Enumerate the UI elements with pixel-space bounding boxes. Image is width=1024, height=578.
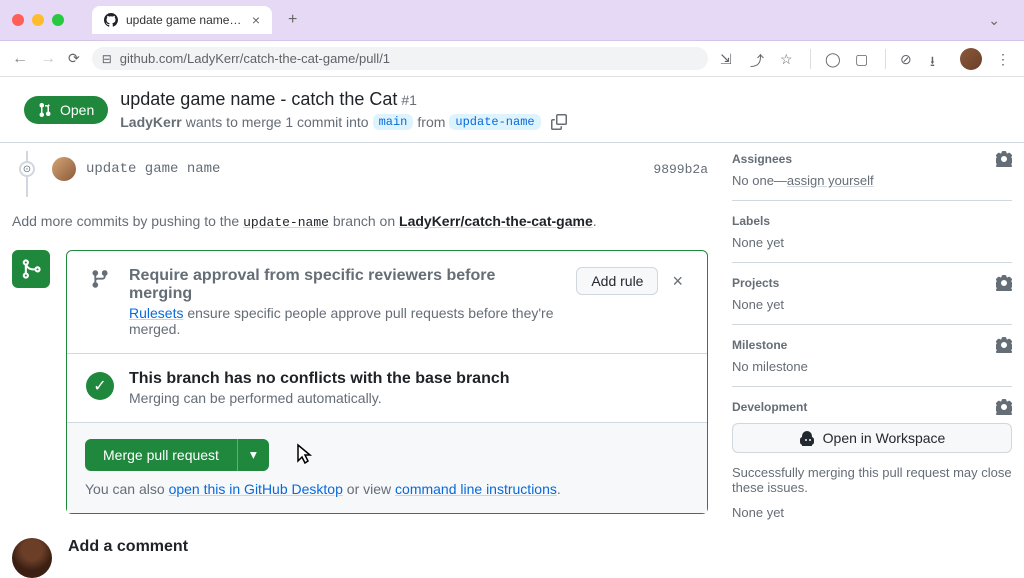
comment-area: Add a comment — [12, 538, 708, 578]
ruleset-title: Require approval from specific reviewers… — [129, 267, 562, 303]
commit-message[interactable]: update game name — [86, 161, 220, 177]
labels-value: None yet — [732, 235, 1012, 250]
copilot-icon — [799, 430, 815, 446]
browser-chrome: update game name - catch th × + ⌄ — [0, 0, 1024, 41]
new-tab-button[interactable]: + — [288, 11, 297, 29]
site-info-icon[interactable]: ⊟ — [102, 52, 112, 66]
tab-title: update game name - catch th — [126, 13, 244, 27]
head-branch-label[interactable]: update-name — [449, 114, 540, 130]
bookmark-icon[interactable]: ☆ — [780, 51, 796, 67]
extension-slot-icon[interactable]: ▢ — [855, 51, 871, 67]
milestone-value: No milestone — [732, 359, 1012, 374]
git-branch-icon — [90, 269, 110, 289]
pr-subtitle: LadyKerr wants to merge 1 commit into ma… — [120, 114, 566, 130]
development-label: Development — [732, 400, 807, 414]
projects-label: Projects — [732, 276, 779, 290]
gear-icon[interactable] — [996, 213, 1012, 229]
push-hint: Add more commits by pushing to the updat… — [12, 197, 708, 246]
base-branch-label[interactable]: main — [373, 114, 414, 130]
url-text: github.com/LadyKerr/catch-the-cat-game/p… — [120, 51, 390, 66]
commit-marker-icon — [19, 161, 35, 177]
window-controls: update game name - catch th × + ⌄ — [0, 0, 1024, 40]
gear-icon[interactable] — [996, 151, 1012, 167]
github-favicon — [104, 13, 118, 27]
commit-author-avatar[interactable] — [52, 157, 76, 181]
pr-state-badge: Open — [24, 96, 108, 124]
rulesets-link[interactable]: Rulesets — [129, 305, 183, 321]
open-workspace-button[interactable]: Open in Workspace — [732, 423, 1012, 453]
projects-value: None yet — [732, 297, 1012, 312]
assign-yourself-link[interactable]: assign yourself — [787, 173, 874, 188]
divider — [885, 49, 886, 69]
forward-button[interactable]: → — [40, 50, 56, 68]
pr-title: update game name - catch the Cat — [120, 89, 397, 109]
tab-close-icon[interactable]: × — [252, 12, 260, 28]
development-desc: Successfully merging this pull request m… — [732, 465, 1012, 495]
back-button[interactable]: ← — [12, 50, 28, 68]
merge-button-group: Merge pull request ▾ — [85, 439, 269, 471]
gear-icon[interactable] — [996, 337, 1012, 353]
reload-button[interactable]: ⟳ — [68, 50, 80, 67]
window-maximize-button[interactable] — [52, 14, 64, 26]
git-pull-request-icon — [38, 102, 54, 118]
window-close-button[interactable] — [12, 14, 24, 26]
repo-link[interactable]: LadyKerr/catch-the-cat-game — [399, 213, 593, 229]
branch-link[interactable]: update-name — [243, 215, 329, 230]
development-value: None yet — [732, 505, 1012, 520]
chrome-expand-icon[interactable]: ⌄ — [988, 12, 1000, 29]
install-pwa-icon[interactable]: ⇲ — [720, 51, 736, 67]
divider — [810, 49, 811, 69]
pr-author[interactable]: LadyKerr — [120, 114, 181, 130]
gear-icon[interactable] — [996, 275, 1012, 291]
gear-icon[interactable] — [996, 399, 1012, 415]
commit-row: update game name 9899b2a — [26, 151, 708, 197]
pr-number: #1 — [401, 92, 417, 108]
open-desktop-link[interactable]: open this in GitHub Desktop — [169, 481, 343, 497]
hide-icon[interactable]: ⊘ — [900, 51, 916, 67]
pr-state-text: Open — [60, 102, 94, 118]
cli-instructions-link[interactable]: command line instructions — [395, 481, 557, 497]
cursor-icon — [292, 443, 314, 475]
menu-icon[interactable]: ⋮ — [996, 51, 1012, 67]
browser-nav-bar: ← → ⟳ ⊟ github.com/LadyKerr/catch-the-ca… — [0, 41, 1024, 77]
current-user-avatar[interactable] — [12, 538, 52, 578]
assignees-label: Assignees — [732, 152, 792, 166]
git-merge-icon — [20, 258, 42, 280]
merge-box: Require approval from specific reviewers… — [66, 250, 708, 514]
merge-hint: You can also open this in GitHub Desktop… — [85, 481, 689, 497]
share-icon[interactable]: ⤴ — [750, 51, 766, 67]
merge-status-badge — [12, 250, 50, 288]
add-rule-button[interactable]: Add rule — [576, 267, 658, 295]
window-minimize-button[interactable] — [32, 14, 44, 26]
browser-profile-avatar[interactable] — [960, 48, 982, 70]
pr-header: Open update game name - catch the Cat #1… — [0, 77, 1024, 143]
copy-icon[interactable] — [551, 114, 567, 130]
labels-label: Labels — [732, 214, 770, 228]
browser-tab[interactable]: update game name - catch th × — [92, 6, 272, 34]
extensions-icon[interactable]: ◯ — [825, 51, 841, 67]
commit-sha[interactable]: 9899b2a — [653, 162, 708, 177]
pr-sidebar: Assignees No one—assign yourself Labels … — [732, 151, 1012, 578]
merge-pr-caret[interactable]: ▾ — [237, 439, 269, 471]
milestone-label: Milestone — [732, 338, 787, 352]
downloads-icon[interactable]: ⭳ — [930, 51, 946, 67]
success-check-icon: ✓ — [86, 372, 114, 400]
url-bar[interactable]: ⊟ github.com/LadyKerr/catch-the-cat-game… — [92, 47, 708, 70]
no-conflicts-title: This branch has no conflicts with the ba… — [129, 370, 689, 388]
dismiss-ruleset-button[interactable]: × — [666, 267, 689, 296]
add-comment-heading: Add a comment — [68, 538, 708, 556]
merge-pr-button[interactable]: Merge pull request — [85, 439, 237, 471]
no-conflicts-desc: Merging can be performed automatically. — [129, 390, 689, 406]
